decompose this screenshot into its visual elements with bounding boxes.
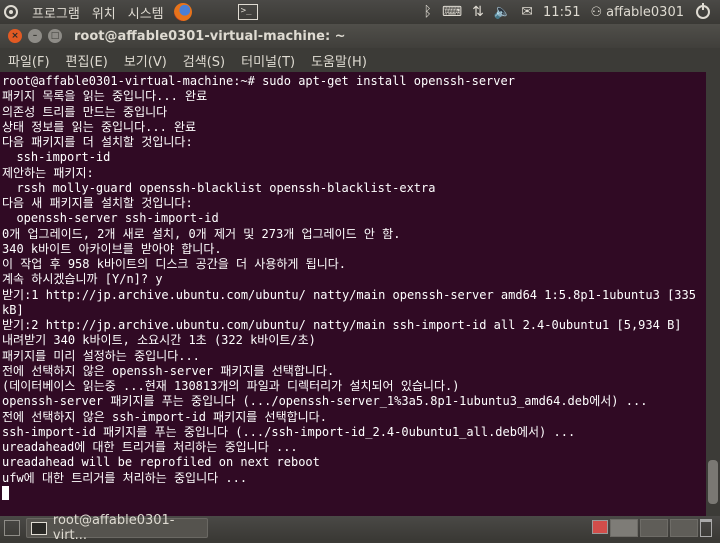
- bottom-panel: root@affable0301-virt...: [0, 516, 720, 540]
- close-button[interactable]: ×: [8, 29, 22, 43]
- terminal-line: openssh-server ssh-import-id: [2, 211, 706, 226]
- top-menu: 프로그램 위치 시스템: [26, 3, 170, 22]
- maximize-icon: □: [51, 31, 60, 41]
- window-titlebar[interactable]: × – □ root@affable0301-virtual-machine: …: [0, 24, 720, 48]
- window-title: root@affable0301-virtual-machine: ~: [74, 29, 346, 44]
- terminal-cursor: [2, 486, 9, 500]
- terminal-line: ureadahead에 대한 트리거를 처리하는 중입니다 ...: [2, 440, 706, 455]
- minimize-button[interactable]: –: [28, 29, 42, 43]
- workspace-preview-icon[interactable]: [592, 520, 608, 534]
- clock[interactable]: 11:51: [543, 5, 580, 20]
- menu-edit[interactable]: 편집(E): [58, 51, 116, 70]
- menu-terminal[interactable]: 터미널(T): [233, 51, 303, 70]
- taskbar-item-label: root@affable0301-virt...: [53, 513, 207, 543]
- menu-search[interactable]: 검색(S): [175, 51, 233, 70]
- mail-icon[interactable]: ✉: [521, 4, 533, 20]
- firefox-icon[interactable]: [174, 3, 192, 21]
- menu-file[interactable]: 파일(F): [0, 51, 58, 70]
- terminal-line: 내려받기 340 k바이트, 소요시간 1초 (322 k바이트/초): [2, 333, 706, 348]
- terminal-line: ssh-import-id: [2, 150, 706, 165]
- terminal-line: ureadahead will be reprofiled on next re…: [2, 455, 706, 470]
- user-menu[interactable]: ⚇ affable0301: [591, 5, 685, 20]
- workspace-2[interactable]: [640, 519, 668, 537]
- user-name: affable0301: [606, 5, 684, 20]
- scrollbar[interactable]: [706, 72, 720, 516]
- top-panel: 프로그램 위치 시스템 >_ ᛒ ⌨ ⇅ 🔈 ✉ 11:51 ⚇ affable…: [0, 0, 720, 24]
- scrollbar-thumb[interactable]: [708, 460, 718, 504]
- terminal-line: 제안하는 패키지:: [2, 166, 706, 181]
- taskbar-item-terminal[interactable]: root@affable0301-virt...: [26, 518, 208, 538]
- terminal-line: 0개 업그레이드, 2개 새로 설치, 0개 제거 및 273개 업그레이드 안…: [2, 227, 706, 242]
- workspace-1[interactable]: [610, 519, 638, 537]
- terminal-line: 패키지 목록을 읽는 중입니다... 완료: [2, 89, 706, 104]
- terminal-line: root@affable0301-virtual-machine:~# sudo…: [2, 74, 706, 89]
- terminal-line: 상태 정보를 읽는 중입니다... 완료: [2, 120, 706, 135]
- terminal-line: 다음 새 패키지를 설치할 것입니다:: [2, 196, 706, 211]
- terminal-line: 받기:2 http://jp.archive.ubuntu.com/ubuntu…: [2, 318, 706, 333]
- volume-icon[interactable]: 🔈: [494, 4, 511, 20]
- system-tray: ᛒ ⌨ ⇅ 🔈 ✉ 11:51 ⚇ affable0301: [424, 0, 720, 24]
- terminal-menubar: 파일(F) 편집(E) 보기(V) 검색(S) 터미널(T) 도움말(H): [0, 48, 720, 72]
- terminal-line: kB]: [2, 303, 706, 318]
- terminal-line: (데이터베이스 읽는중 ...현재 130813개의 파일과 디렉터리가 설치되…: [2, 379, 706, 394]
- trash-icon[interactable]: [700, 519, 712, 537]
- terminal-line: 이 작업 후 958 k바이트의 디스크 공간을 더 사용하게 됩니다.: [2, 257, 706, 272]
- terminal-line: 전에 선택하지 않은 ssh-import-id 패키지를 선택합니다.: [2, 410, 706, 425]
- user-icon: ⚇: [591, 5, 603, 20]
- terminal-line: 받기:1 http://jp.archive.ubuntu.com/ubuntu…: [2, 288, 706, 303]
- terminal-line: rssh molly-guard openssh-blacklist opens…: [2, 181, 706, 196]
- terminal-line: 전에 선택하지 않은 openssh-server 패키지를 선택합니다.: [2, 364, 706, 379]
- terminal-line: openssh-server 패키지를 푸는 중입니다 (.../openssh…: [2, 394, 706, 409]
- workspace-3[interactable]: [670, 519, 698, 537]
- terminal-line: ssh-import-id 패키지를 푸는 중입니다 (.../ssh-impo…: [2, 425, 706, 440]
- terminal-line: 계속 하시겠습니까 [Y/n]? y: [2, 272, 706, 287]
- close-icon: ×: [11, 31, 19, 41]
- power-icon[interactable]: [696, 5, 710, 19]
- network-icon[interactable]: ⇅: [472, 4, 484, 20]
- menu-view[interactable]: 보기(V): [116, 51, 175, 70]
- menu-places[interactable]: 위치: [86, 3, 122, 22]
- terminal-line: ufw에 대한 트리거를 처리하는 중입니다 ...: [2, 471, 706, 486]
- terminal-launcher-icon[interactable]: >_: [238, 4, 258, 20]
- terminal-output[interactable]: root@affable0301-virtual-machine:~# sudo…: [0, 72, 706, 516]
- terminal-line: 패키지를 미리 설정하는 중입니다...: [2, 349, 706, 364]
- ubuntu-logo-icon[interactable]: [4, 5, 18, 19]
- workspace-switcher[interactable]: [610, 519, 698, 537]
- terminal-line: 다음 패키지를 더 설치할 것입니다:: [2, 135, 706, 150]
- minimize-icon: –: [33, 31, 38, 41]
- terminal-line: 340 k바이트 아카이브를 받아야 합니다.: [2, 242, 706, 257]
- terminal-line: 의존성 트리를 만드는 중입니다: [2, 105, 706, 120]
- terminal-icon: [31, 522, 47, 535]
- menu-help[interactable]: 도움말(H): [303, 51, 375, 70]
- maximize-button[interactable]: □: [48, 29, 62, 43]
- menu-system[interactable]: 시스템: [122, 3, 170, 22]
- menu-applications[interactable]: 프로그램: [26, 3, 86, 22]
- terminal-cursor-line: [2, 486, 706, 501]
- keyboard-icon[interactable]: ⌨: [442, 4, 462, 20]
- show-desktop-icon[interactable]: [4, 520, 20, 536]
- bluetooth-icon[interactable]: ᛒ: [424, 4, 432, 20]
